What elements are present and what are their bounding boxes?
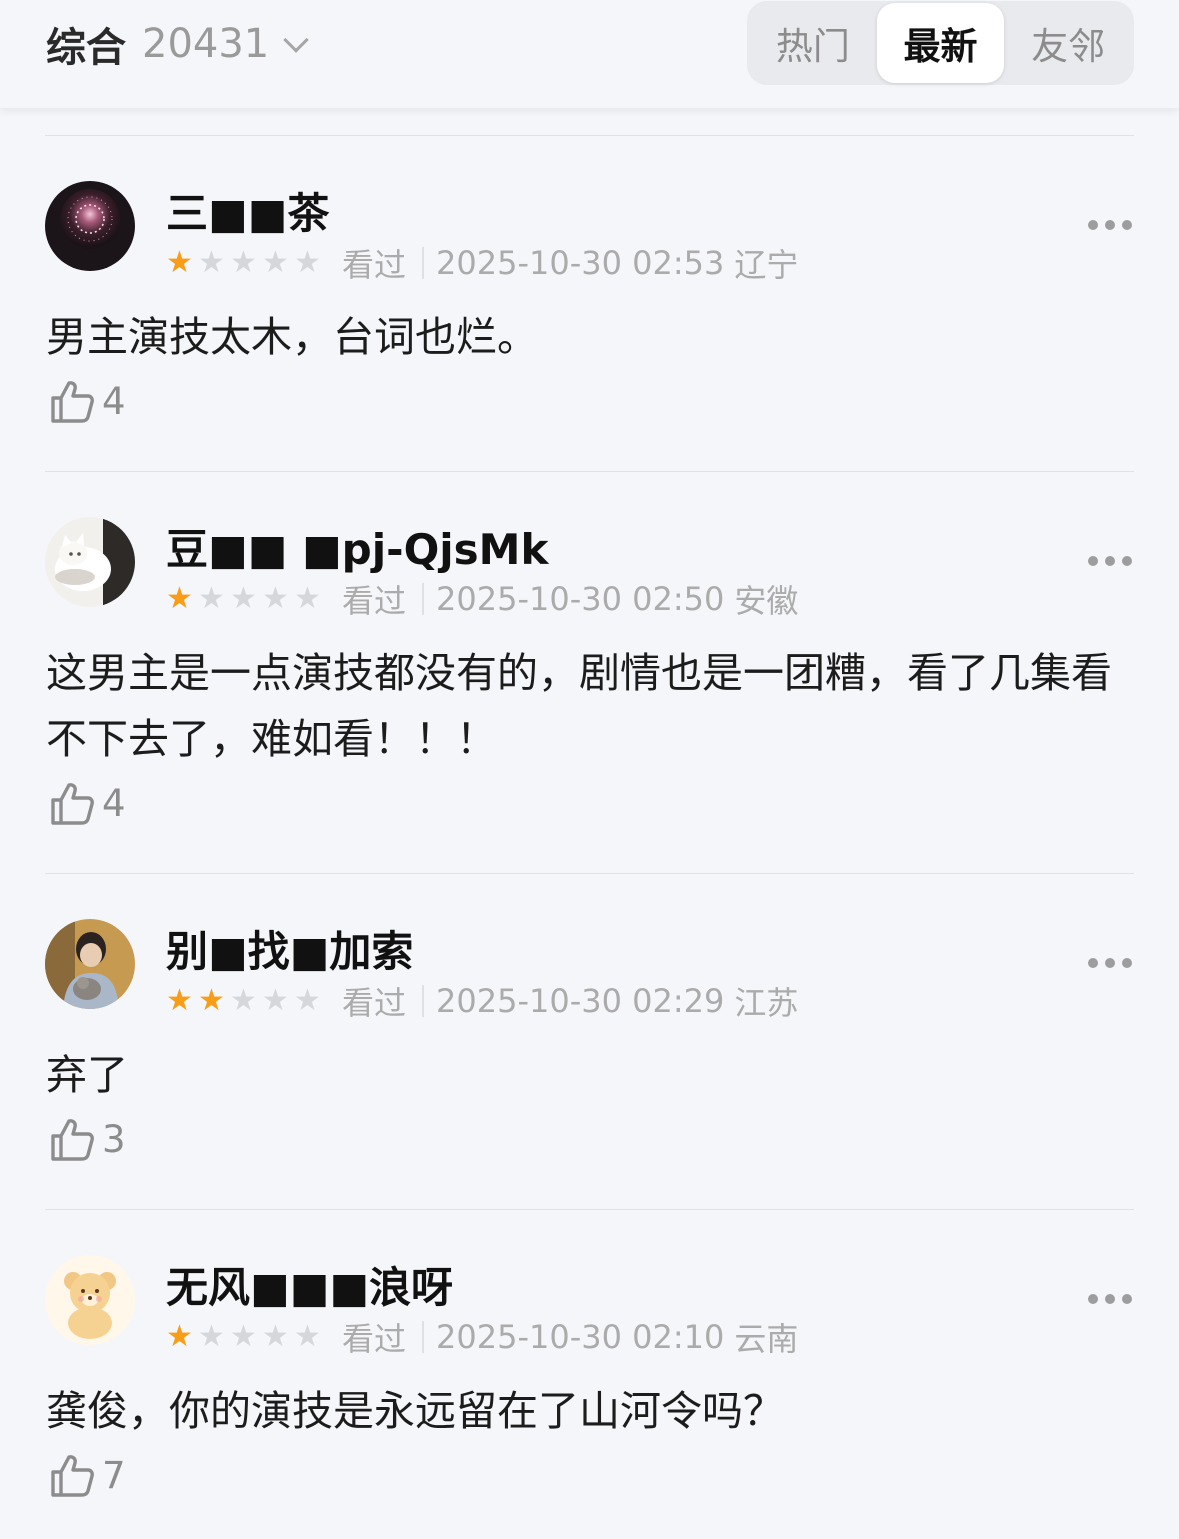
tab-friends[interactable]: 友邻 — [1004, 3, 1132, 83]
comment-meta: ★ ★ ★ ★ ★ 看过 2025-10-30 02:29 江苏 — [166, 981, 799, 1022]
comment-meta: ★ ★ ★ ★ ★ 看过 2025-10-30 02:53 辽宁 — [166, 243, 799, 284]
star-icon: ★ — [294, 1319, 321, 1354]
thumbs-up-icon — [51, 381, 94, 423]
like-button[interactable]: 7 — [48, 1451, 126, 1499]
username[interactable]: 三■■茶 — [166, 180, 329, 241]
tab-latest[interactable]: 最新 — [876, 3, 1005, 83]
star-icon: ★ — [230, 581, 257, 616]
watch-status: 看过 — [342, 582, 407, 620]
thumbs-up-icon — [51, 1455, 94, 1497]
like-button[interactable]: 4 — [48, 779, 126, 827]
star-icon: ★ — [198, 581, 225, 616]
watch-status: 看过 — [342, 246, 407, 284]
username[interactable]: 豆■■ ■pj-QjsMk — [166, 516, 548, 577]
star-rating: ★ ★ ★ ★ ★ — [166, 1322, 326, 1352]
comment-text: 这男主是一点演技都没有的，剧情也是一团糟，看了几集看不下去了，难如看！！！ — [46, 649, 1112, 763]
region: 江苏 — [734, 984, 799, 1022]
timestamp: 2025-10-30 02:53 — [436, 244, 725, 282]
chevron-down-icon — [283, 27, 309, 53]
star-icon: ★ — [166, 983, 193, 1018]
username[interactable]: 无风■■■浪呀 — [166, 1254, 453, 1315]
star-icon: ★ — [294, 983, 321, 1018]
star-icon: ★ — [198, 983, 225, 1018]
region: 辽宁 — [734, 246, 799, 284]
username[interactable]: 别■找■加索 — [166, 918, 413, 979]
fireworks-avatar[interactable] — [45, 181, 135, 271]
star-rating: ★ ★ ★ ★ ★ — [166, 584, 326, 614]
like-count: 3 — [102, 1117, 126, 1161]
tab-hot[interactable]: 热门 — [749, 3, 877, 83]
star-icon: ★ — [262, 245, 289, 280]
more-options-icon[interactable] — [1088, 554, 1132, 568]
comment-item: 别■找■加索 ★ ★ ★ ★ ★ 看过 2025-10-30 02:29 江苏 … — [45, 874, 1134, 1209]
filter-label: 综合 — [46, 25, 126, 71]
star-icon: ★ — [166, 581, 193, 616]
person-with-cat-avatar[interactable] — [45, 919, 135, 1009]
timestamp: 2025-10-30 02:29 — [436, 982, 725, 1020]
star-icon: ★ — [262, 983, 289, 1018]
like-button[interactable]: 4 — [48, 377, 126, 425]
timestamp: 2025-10-30 02:10 — [436, 1318, 725, 1356]
like-button[interactable]: 3 — [48, 1115, 126, 1163]
region: 安徽 — [734, 582, 799, 620]
comment-text: 弃了 — [46, 1051, 128, 1099]
star-icon: ★ — [230, 983, 257, 1018]
star-icon: ★ — [294, 581, 321, 616]
star-icon: ★ — [262, 581, 289, 616]
star-icon: ★ — [166, 245, 193, 280]
comment-meta: ★ ★ ★ ★ ★ 看过 2025-10-30 02:10 云南 — [166, 1317, 799, 1358]
star-icon: ★ — [262, 1319, 289, 1354]
meta-separator — [422, 985, 425, 1017]
sort-tabs: 热门 最新 友邻 — [747, 1, 1134, 85]
teddy-bear-avatar[interactable] — [45, 1255, 135, 1345]
thumbs-up-icon — [51, 1119, 94, 1161]
star-rating: ★ ★ ★ ★ ★ — [166, 248, 326, 278]
more-options-icon[interactable] — [1088, 218, 1132, 232]
star-icon: ★ — [230, 245, 257, 280]
star-icon: ★ — [198, 1319, 225, 1354]
timestamp: 2025-10-30 02:50 — [436, 580, 725, 618]
more-options-icon[interactable] — [1088, 1292, 1132, 1306]
star-rating: ★ ★ ★ ★ ★ — [166, 986, 326, 1016]
like-count: 4 — [102, 781, 126, 825]
star-icon: ★ — [294, 245, 321, 280]
watch-status: 看过 — [342, 984, 407, 1022]
sort-filter-dropdown[interactable]: 综合 20431 — [46, 18, 309, 71]
comment-meta: ★ ★ ★ ★ ★ 看过 2025-10-30 02:50 安徽 — [166, 579, 799, 620]
comments-header: 综合 20431 热门 最新 友邻 — [0, 0, 1179, 108]
like-count: 4 — [102, 379, 126, 423]
star-icon: ★ — [230, 1319, 257, 1354]
star-icon: ★ — [166, 1319, 193, 1354]
cat-avatar[interactable] — [45, 517, 135, 607]
watch-status: 看过 — [342, 1320, 407, 1358]
comment-count: 20431 — [142, 21, 270, 67]
meta-separator — [422, 247, 425, 279]
comment-text: 龚俊，你的演技是永远留在了山河令吗？ — [46, 1387, 784, 1435]
comment-text: 男主演技太木，台词也烂。 — [46, 313, 538, 361]
comment-item: 三■■茶 ★ ★ ★ ★ ★ 看过 2025-10-30 02:53 辽宁 男主… — [45, 136, 1134, 471]
meta-separator — [422, 1321, 425, 1353]
comment-item: 无风■■■浪呀 ★ ★ ★ ★ ★ 看过 2025-10-30 02:10 云南… — [45, 1210, 1134, 1539]
comment-item: 豆■■ ■pj-QjsMk ★ ★ ★ ★ ★ 看过 2025-10-30 02… — [45, 472, 1134, 873]
meta-separator — [422, 583, 425, 615]
more-options-icon[interactable] — [1088, 956, 1132, 970]
region: 云南 — [734, 1320, 799, 1358]
comment-list: 三■■茶 ★ ★ ★ ★ ★ 看过 2025-10-30 02:53 辽宁 男主… — [45, 135, 1134, 1539]
star-icon: ★ — [198, 245, 225, 280]
like-count: 7 — [102, 1453, 126, 1497]
thumbs-up-icon — [51, 783, 94, 825]
